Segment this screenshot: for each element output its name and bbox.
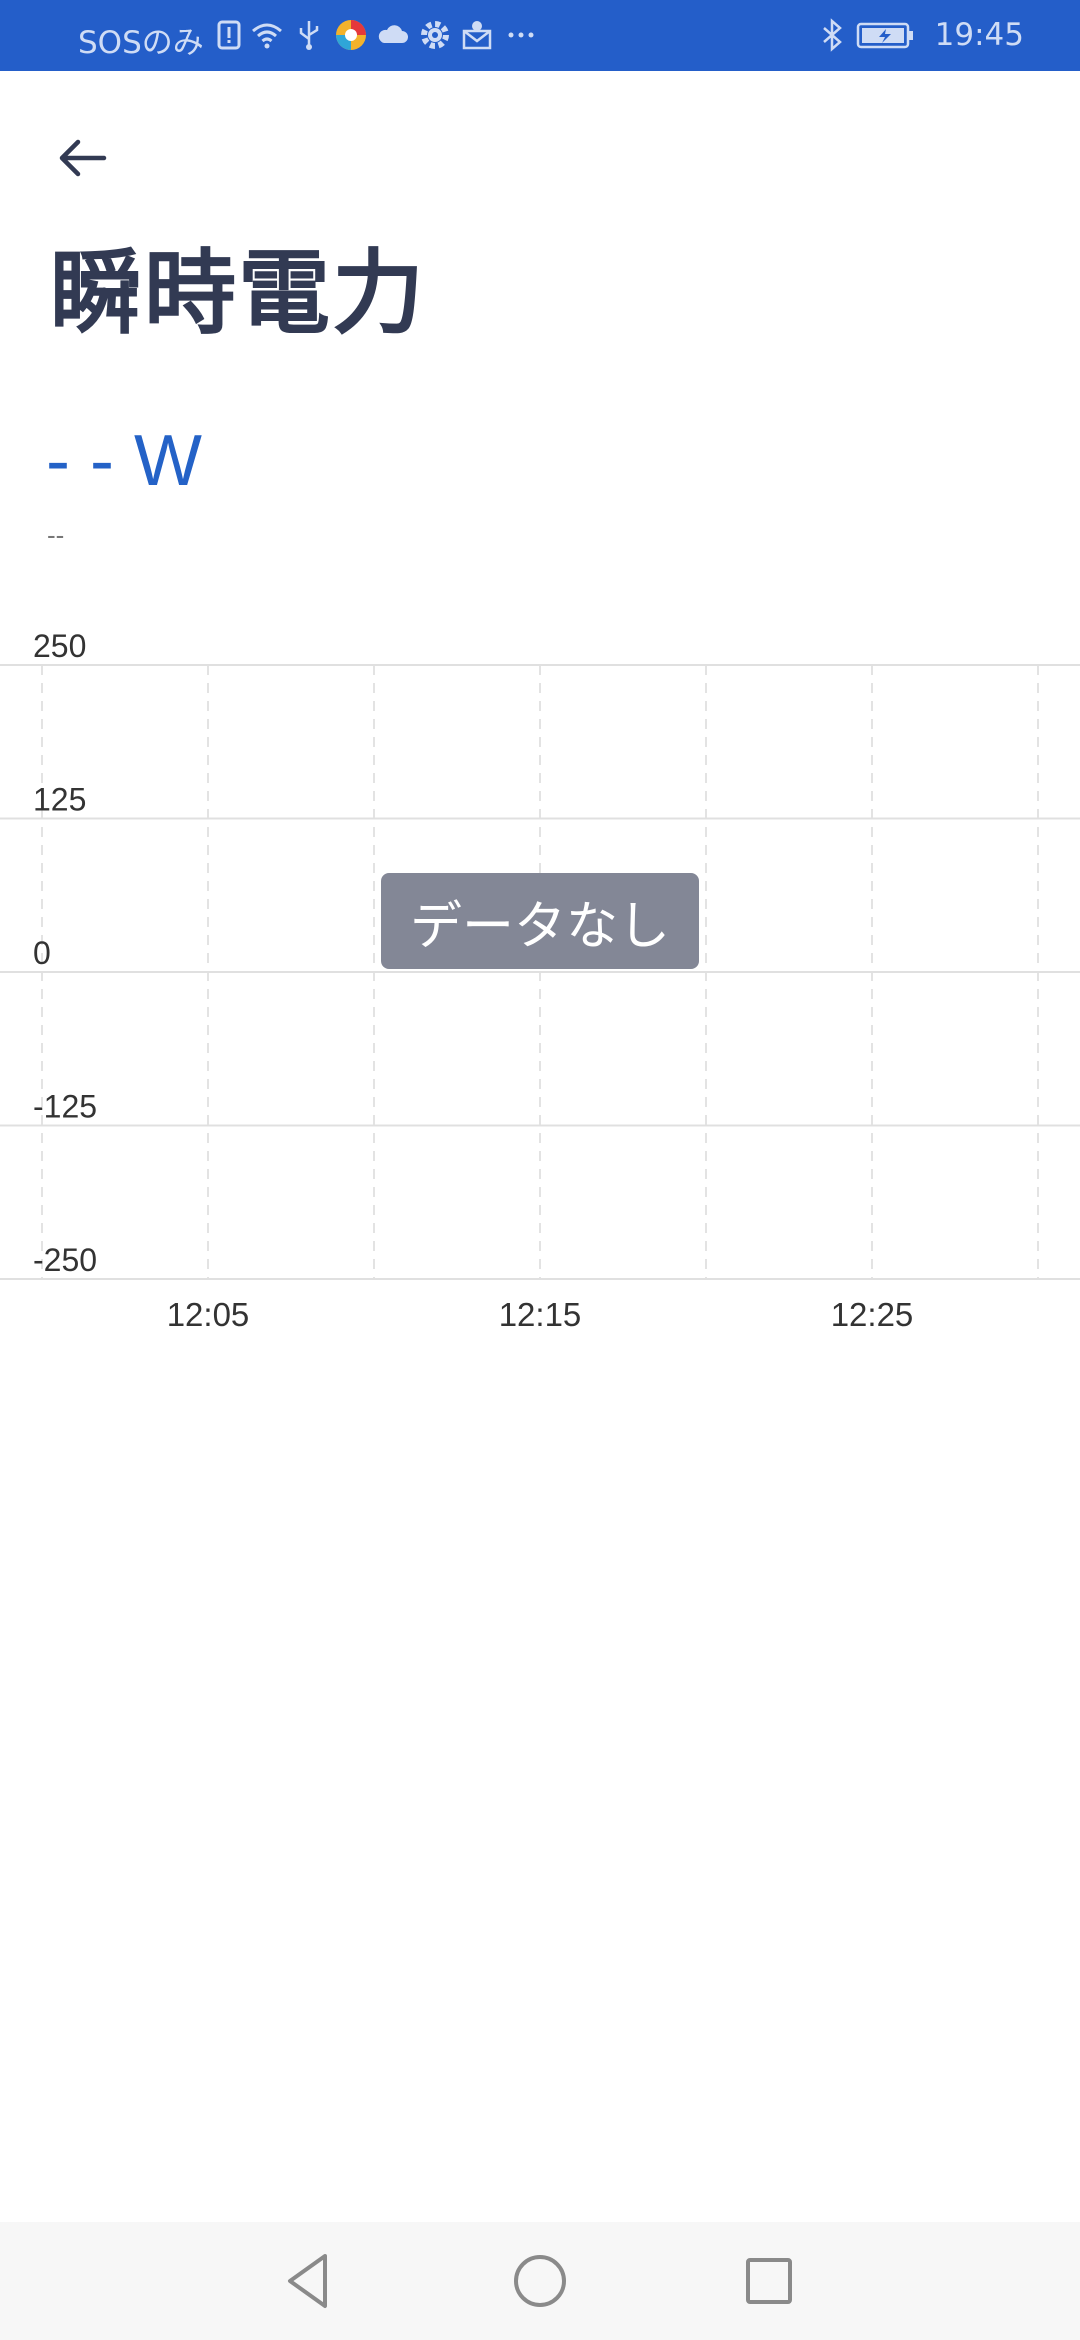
arrow-left-icon: [59, 139, 107, 177]
x-tick-label: 12:05: [167, 1296, 250, 1333]
back-triangle-icon[interactable]: [270, 2242, 348, 2320]
more-icon: [504, 18, 538, 52]
y-tick-label: -250: [33, 1242, 97, 1278]
status-bar: SOSのみ 19:45: [0, 0, 1080, 71]
y-tick-label: -125: [33, 1089, 97, 1125]
clock: 19:45: [934, 17, 1024, 53]
y-tick-label: 125: [33, 782, 86, 818]
power-timestamp: --: [47, 520, 65, 550]
x-tick-label: 12:25: [831, 1296, 914, 1333]
back-button[interactable]: [52, 130, 116, 186]
gear-icon: [418, 18, 452, 52]
y-tick-label: 250: [33, 628, 86, 664]
y-tick-label: 0: [33, 935, 51, 971]
sim-alert-icon: [212, 18, 246, 52]
chart-canvas: 250 125 0 -125 -250 12:05 12:15 12:25: [0, 628, 1080, 1333]
carrier-label: SOSのみ: [78, 25, 204, 61]
usb-icon: [292, 18, 326, 52]
battery-icon: [856, 18, 916, 52]
page-title: 瞬時電力: [50, 240, 427, 347]
power-value: - - W: [46, 421, 202, 501]
no-data-badge: データなし: [381, 873, 699, 969]
recents-square-icon[interactable]: [730, 2242, 808, 2320]
x-tick-label: 12:15: [499, 1296, 582, 1333]
bluetooth-icon: [815, 18, 849, 52]
browser-icon: [334, 18, 368, 52]
navigation-bar: [0, 2222, 1080, 2340]
wifi-icon: [250, 18, 284, 52]
mail-icon: [460, 18, 494, 52]
power-chart: 250 125 0 -125 -250 12:05 12:15 12:25: [0, 620, 1080, 1360]
cloud-icon: [376, 18, 410, 52]
home-circle-icon[interactable]: [501, 2242, 579, 2320]
